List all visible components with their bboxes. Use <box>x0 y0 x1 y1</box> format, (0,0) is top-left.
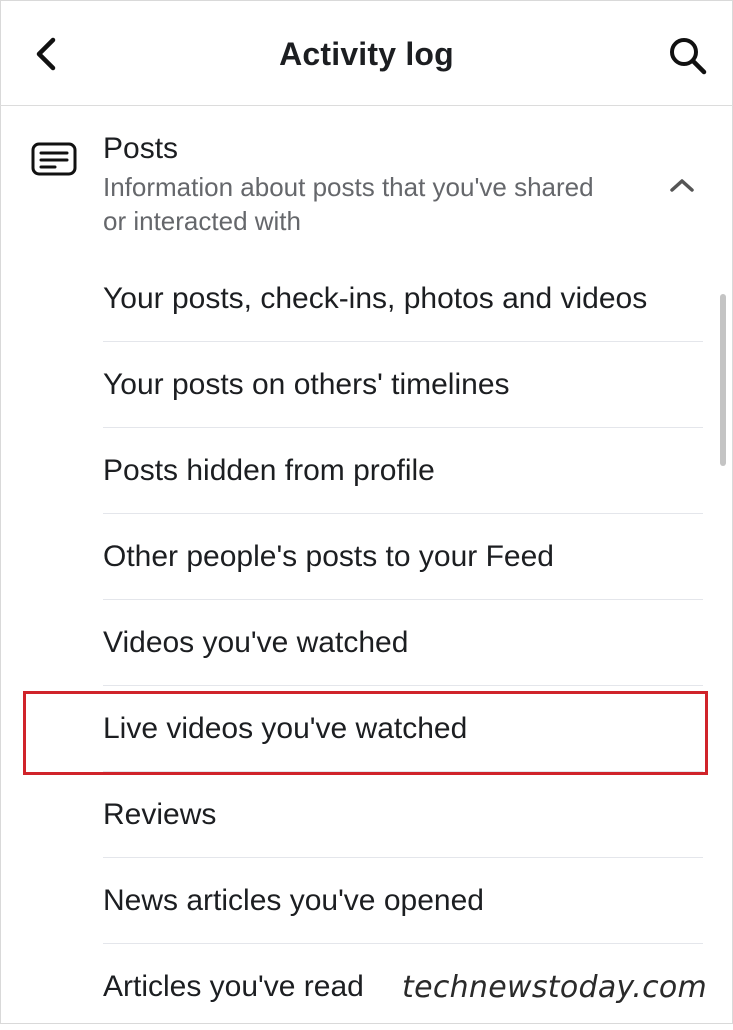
list-item-live-videos[interactable]: Live videos you've watched <box>103 686 703 772</box>
list-item[interactable]: Reviews <box>103 772 703 858</box>
search-button[interactable] <box>664 34 712 78</box>
list-item[interactable]: Posts hidden from profile <box>103 428 703 514</box>
list-item-label: Articles you've read <box>103 970 364 1003</box>
list-item-label: Other people's posts to your Feed <box>103 539 554 573</box>
section-description: Information about posts that you've shar… <box>103 172 594 236</box>
list-item-label: Live videos you've watched <box>103 711 468 745</box>
list-item-label: Reviews <box>103 797 217 831</box>
chevron-up-icon <box>670 179 694 192</box>
list-item[interactable]: Videos you've watched <box>103 600 703 686</box>
post-list-icon <box>31 142 77 176</box>
collapse-toggle[interactable] <box>664 170 700 200</box>
list-item-label: Posts hidden from profile <box>103 453 435 487</box>
list-item-label: Your posts on others' timelines <box>103 367 510 401</box>
top-bar: Activity log <box>0 0 733 106</box>
posts-section-header[interactable]: Posts Information about posts that you'v… <box>0 106 733 256</box>
list-item[interactable]: Other people's posts to your Feed <box>103 514 703 600</box>
section-title: Posts <box>103 132 179 165</box>
list-item-label: Videos you've watched <box>103 625 409 659</box>
list-item[interactable]: Your posts, check-ins, photos and videos <box>103 256 703 342</box>
activity-list: Your posts, check-ins, photos and videos… <box>103 256 703 1030</box>
list-item[interactable]: Your posts on others' timelines <box>103 342 703 428</box>
watermark: technewstoday.com <box>398 970 712 1005</box>
list-item[interactable]: News articles you've opened <box>103 858 703 944</box>
scrollbar-thumb[interactable] <box>720 294 726 466</box>
page-title: Activity log <box>279 36 454 72</box>
search-icon <box>670 38 707 75</box>
list-item-label: Your posts, check-ins, photos and videos <box>103 281 648 315</box>
list-item-label: News articles you've opened <box>103 883 484 917</box>
